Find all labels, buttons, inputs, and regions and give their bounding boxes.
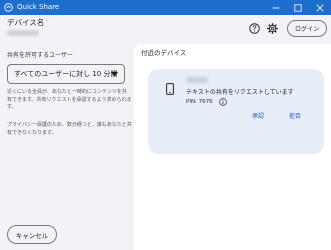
- device-name-label: デバイス名: [7, 18, 45, 27]
- help-icon: [248, 22, 260, 34]
- nearby-devices-title: 付近のデバイス: [141, 49, 187, 57]
- description-line: 近くにいる全員が、あなたと一時的にコンテンツを共: [7, 89, 127, 95]
- login-button[interactable]: ログイン: [287, 20, 327, 37]
- title-bar[interactable]: Quick Share: [0, 0, 331, 15]
- nearby-devices-panel: 付近のデバイス テキストの共有をリクエストしています PIN: 7676 承認 …: [134, 44, 331, 250]
- description-line: 有できなくなります。: [7, 129, 57, 136]
- close-button[interactable]: [309, 0, 331, 15]
- accept-button[interactable]: 承認: [252, 113, 264, 121]
- cancel-button[interactable]: キャンセル: [7, 225, 57, 244]
- close-icon: [316, 4, 324, 11]
- minimize-icon: [272, 7, 280, 8]
- info-icon[interactable]: [219, 98, 227, 106]
- window-title: Quick Share: [17, 3, 60, 11]
- request-message: テキストの共有をリクエストしています: [186, 89, 294, 96]
- visibility-dropdown[interactable]: すべてのユーザーに対し 10 分間: [7, 64, 125, 84]
- phone-icon: [166, 83, 174, 95]
- minimize-button[interactable]: [265, 0, 287, 15]
- settings-button[interactable]: [266, 22, 278, 34]
- sender-device-name-redacted: [186, 77, 208, 83]
- description-line: プライバシー保護のため、数分経つと、誰もあなたと共: [7, 122, 132, 128]
- caret-down-icon: [111, 72, 118, 77]
- description-line: 有できます。共有リクエストを承認するよう求められま: [7, 96, 132, 103]
- help-button[interactable]: [248, 22, 260, 34]
- maximize-button[interactable]: [287, 0, 309, 15]
- visibility-selected-value: すべてのユーザーに対し 10 分間: [14, 70, 118, 78]
- decline-button[interactable]: 拒否: [289, 113, 301, 121]
- gear-icon: [266, 22, 278, 34]
- share-permission-label: 共有を許可するユーザー: [7, 52, 73, 59]
- visibility-description: 近くにいる全員が、あなたと一時的にコンテンツを共 有できます。共有リクエストを承…: [7, 89, 132, 112]
- share-request-card: テキストの共有をリクエストしています PIN: 7676 承認 拒否: [148, 69, 324, 154]
- quick-share-window: Quick Share デバイス名 共有を許可するユーザー すべてのユーザーに対…: [0, 0, 331, 250]
- privacy-description: プライバシー保護のため、数分経つと、誰もあなたと共 有できなくなります。: [7, 122, 132, 137]
- quick-share-app-icon: [4, 3, 13, 12]
- device-name-value-redacted: [7, 30, 39, 36]
- maximize-icon: [294, 3, 302, 12]
- description-line: す。: [7, 104, 17, 110]
- pin-code: PIN: 7676: [186, 99, 213, 105]
